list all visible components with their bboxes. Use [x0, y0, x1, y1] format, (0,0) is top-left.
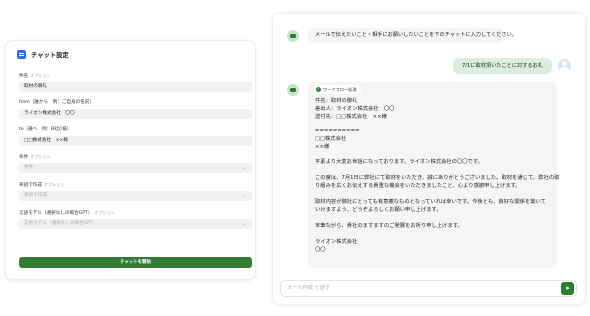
bot-avatar-icon [287, 84, 299, 96]
chevron-down-icon: ⌄ [242, 193, 247, 199]
mail-line: 平素より大変お世話になっております。ライオン株式会社の〇〇です。 [315, 159, 483, 165]
english-select[interactable]: 英語で作成 ⌄ [19, 191, 252, 201]
model-select[interactable]: 言語モデル（選択なしの場合GPT） ⌄ [19, 219, 252, 229]
english-placeholder: 英語で作成 [24, 193, 47, 198]
condition-placeholder: 条件 [24, 165, 34, 170]
mail-line: 送付先：□□株式会社 ××様 [315, 114, 387, 120]
from-input[interactable]: ライオン株式会社 〇〇 [19, 109, 252, 119]
send-icon: ➤ [564, 285, 571, 292]
model-placeholder: 言語モデル（選択なしの場合GPT） [24, 221, 98, 226]
send-button[interactable]: ➤ [561, 282, 574, 295]
chat-settings-panel: チャット設定 件名 オプション 取材の御礼 from（誰から 例：ご自身の名前） … [5, 40, 256, 280]
field-subject: 件名 オプション 取材の御礼 [19, 72, 252, 92]
settings-title: チャット設定 [31, 52, 69, 59]
mail-line: □□株式会社 [315, 136, 347, 142]
optional-tag: オプション [43, 182, 64, 187]
check-icon: ✓ [316, 87, 321, 92]
chat-input[interactable]: メール作成 と話す [287, 281, 330, 296]
subject-input[interactable]: 取材の御礼 [19, 82, 252, 92]
bot-mail-response: ✓ ワークフロー処理 件名：取材の御礼 差出人：ライオン株式会社 〇〇 送付先：… [308, 82, 560, 268]
to-input[interactable]: □□株式会社 ××様 [19, 136, 252, 146]
field-english-label: 英語で作成 [19, 183, 42, 188]
chat-settings-icon [17, 50, 26, 59]
mail-line: いけますよう、どうぞよろしくお願い申し上げます。 [315, 207, 442, 213]
workflow-tag[interactable]: ✓ ワークフロー処理 [313, 85, 361, 94]
field-english: 英語で作成 オプション 英語で作成 ⌄ [19, 181, 252, 201]
chat-input-bar: メール作成 と話す ➤ [280, 280, 577, 297]
user-avatar-icon [558, 59, 571, 72]
condition-select[interactable]: 条件 ⌄ [19, 163, 252, 173]
field-condition: 条件 オプション 条件 ⌄ [19, 153, 252, 173]
settings-header: チャット設定 [17, 50, 69, 59]
mail-line: ××様 [315, 144, 330, 150]
optional-tag: オプション [30, 73, 51, 78]
mail-line: ========== [315, 128, 360, 134]
mail-line: 〇〇 [315, 247, 326, 253]
field-model-label: 言語モデル（選択なしの場合GPT） [19, 211, 93, 216]
field-condition-label: 条件 [19, 155, 29, 160]
mail-line: 件名：取材の御礼 [315, 98, 358, 104]
chevron-down-icon: ⌄ [242, 165, 247, 171]
mail-line: 末筆ながら、貴社のますますのご発展をお祈り申し上げます。 [315, 223, 463, 229]
user-message: 7/1に取材頂いたことに対するお礼 [453, 58, 552, 74]
bot-avatar-icon [287, 30, 299, 42]
optional-tag: オプション [30, 154, 51, 159]
field-from: from（誰から 例：ご自身の名前） ライオン株式会社 〇〇 [19, 99, 252, 119]
mail-line: 取材内容が御社にとっても有意義なものとなっていれば幸いです。今後とも、良好な関係… [315, 199, 546, 205]
mail-line: この度は、7月1日に弊社にて取材をいただき、誠にありがとうございました。取材を通… [315, 175, 560, 181]
start-chat-button[interactable]: チャットを開始 [19, 257, 252, 268]
chat-panel: メールで伝えたいこと・相手にお願いしたいことを下のチャットに入力してください。 … [273, 14, 585, 304]
optional-tag: オプション [94, 210, 115, 215]
mail-line: 差出人：ライオン株式会社 〇〇 [315, 106, 395, 112]
mail-line: り組みを広くお伝えする貴重な機会をいただきましたこと、心より感謝申し上げます。 [315, 183, 521, 189]
field-from-label: from（誰から 例：ご自身の名前） [19, 100, 95, 105]
field-to-label: to（誰へ 例：B社C様） [19, 127, 72, 132]
field-to: to（誰へ 例：B社C様） □□株式会社 ××様 [19, 126, 252, 146]
mail-line: ライオン株式会社 [315, 239, 358, 245]
bot-intro-message: メールで伝えたいこと・相手にお願いしたいことを下のチャットに入力してください。 [308, 28, 517, 43]
field-subject-label: 件名 [19, 74, 29, 79]
field-model: 言語モデル（選択なしの場合GPT） オプション 言語モデル（選択なしの場合GPT）… [19, 209, 252, 229]
workflow-tag-label: ワークフロー処理 [323, 87, 357, 92]
chevron-down-icon: ⌄ [242, 221, 247, 227]
